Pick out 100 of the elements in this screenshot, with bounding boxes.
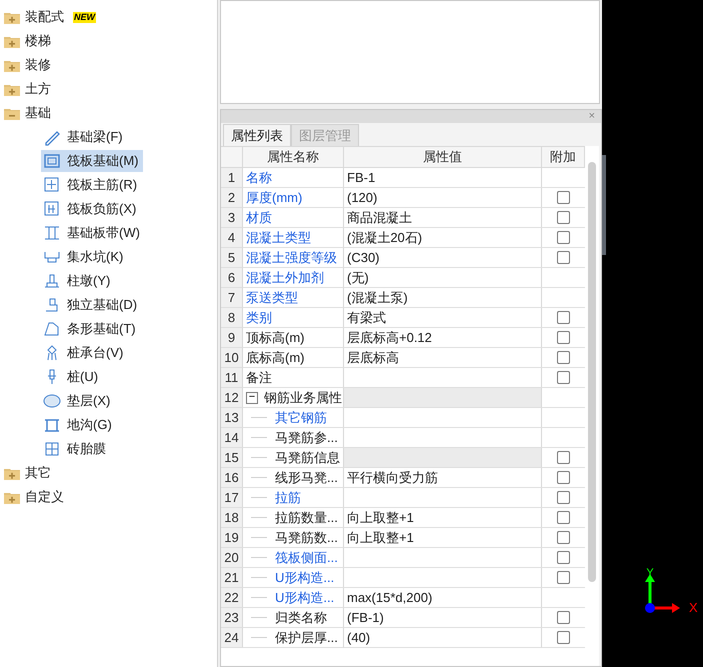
checkbox[interactable] (557, 311, 570, 324)
column-header: 属性值 (344, 147, 542, 167)
property-name: 马凳筋参... (275, 428, 338, 447)
column-header: 属性名称 (243, 147, 344, 167)
property-name: 拉筋数量... (275, 508, 338, 527)
row-number: 7 (221, 288, 243, 307)
property-name: 顶标高(m) (246, 328, 304, 347)
property-link[interactable]: 拉筋 (275, 488, 301, 507)
tree-item[interactable]: 装配式 (25, 7, 64, 27)
property-link[interactable]: 混凝土类型 (246, 228, 311, 247)
component-icon (43, 392, 61, 410)
row-number: 12 (221, 388, 243, 407)
property-value[interactable]: 平行横向受力筋 (344, 468, 542, 487)
component-icon (43, 320, 61, 338)
tree-item[interactable]: 桩(U) (41, 366, 102, 388)
property-link[interactable]: 泵送类型 (246, 288, 298, 307)
component-icon (43, 200, 61, 218)
row-number: 23 (221, 608, 243, 627)
property-value[interactable]: 层底标高 (344, 348, 542, 367)
tree-item[interactable]: 独立基础(D) (41, 294, 142, 316)
component-icon (43, 176, 61, 194)
property-name: 马凳筋数... (275, 528, 338, 547)
property-name: 马凳筋信息 (275, 448, 340, 467)
tree-item[interactable]: 筏板负筋(X) (41, 198, 140, 220)
property-name: 归类名称 (275, 608, 327, 627)
row-number: 8 (221, 308, 243, 327)
row-number: 16 (221, 468, 243, 487)
row-number: 4 (221, 228, 243, 247)
property-name: 线形马凳... (275, 468, 338, 487)
tree-item[interactable]: 基础板带(W) (41, 222, 144, 244)
tree-item[interactable]: 筏板主筋(R) (41, 174, 142, 196)
row-number: 1 (221, 168, 243, 187)
property-link[interactable]: U形构造... (275, 588, 334, 607)
checkbox[interactable] (557, 611, 570, 624)
property-link[interactable]: 类别 (246, 308, 272, 327)
panel-tab[interactable]: 属性列表 (223, 124, 291, 146)
tree-item[interactable]: 其它 (25, 463, 51, 483)
property-value[interactable]: 层底标高+0.12 (344, 328, 542, 347)
checkbox[interactable] (557, 351, 570, 364)
row-number: 11 (221, 368, 243, 387)
checkbox[interactable] (557, 531, 570, 544)
property-link[interactable]: 混凝土强度等级 (246, 248, 337, 267)
checkbox[interactable] (557, 571, 570, 584)
row-number: 2 (221, 188, 243, 207)
checkbox[interactable] (557, 371, 570, 384)
row-number: 24 (221, 628, 243, 647)
checkbox[interactable] (557, 471, 570, 484)
row-number: 10 (221, 348, 243, 367)
property-link[interactable]: 名称 (246, 168, 272, 187)
row-number: 21 (221, 568, 243, 587)
new-badge: NEW (73, 12, 96, 22)
tree-item[interactable]: 基础 (25, 103, 51, 123)
checkbox[interactable] (557, 251, 570, 264)
checkbox[interactable] (557, 211, 570, 224)
checkbox[interactable] (557, 631, 570, 644)
property-name: 保护层厚... (275, 628, 338, 647)
checkbox[interactable] (557, 191, 570, 204)
checkbox[interactable] (557, 331, 570, 344)
tree-item[interactable]: 桩承台(V) (41, 342, 128, 364)
tree-item[interactable]: 地沟(G) (41, 414, 116, 436)
row-number: 15 (221, 448, 243, 467)
tree-item[interactable]: 集水坑(K) (41, 246, 128, 268)
row-number: 5 (221, 248, 243, 267)
checkbox[interactable] (557, 451, 570, 464)
component-icon (43, 224, 61, 242)
tree-item[interactable]: 砖胎膜 (41, 438, 110, 460)
property-name: 备注 (246, 368, 272, 387)
checkbox[interactable] (557, 231, 570, 244)
scrollbar-thumb[interactable] (588, 162, 596, 582)
checkbox[interactable] (557, 551, 570, 564)
tree-item[interactable]: 垫层(X) (41, 390, 114, 412)
property-value[interactable]: 商品混凝土 (344, 208, 542, 227)
property-link[interactable]: 其它钢筋 (275, 408, 327, 427)
row-number: 13 (221, 408, 243, 427)
tree-item[interactable]: 基础梁(F) (41, 126, 127, 148)
property-value[interactable]: 有梁式 (344, 308, 542, 327)
row-number: 3 (221, 208, 243, 227)
checkbox[interactable] (557, 511, 570, 524)
property-link[interactable]: U形构造... (275, 568, 334, 587)
tree-item[interactable]: 柱墩(Y) (41, 270, 114, 292)
collapse-toggle[interactable]: − (246, 392, 258, 404)
tree-item[interactable]: 土方 (25, 79, 51, 99)
row-number: 18 (221, 508, 243, 527)
tree-item[interactable]: 筏板基础(M) (41, 150, 142, 172)
property-link[interactable]: 混凝土外加剂 (246, 268, 324, 287)
row-number: 6 (221, 268, 243, 287)
row-number: 9 (221, 328, 243, 347)
row-number: 22 (221, 588, 243, 607)
row-number: 17 (221, 488, 243, 507)
collapse-handle[interactable] (602, 155, 606, 255)
component-icon (43, 272, 61, 290)
property-link[interactable]: 厚度(mm) (246, 188, 302, 207)
checkbox[interactable] (557, 491, 570, 504)
property-link[interactable]: 材质 (246, 208, 272, 227)
property-link[interactable]: 筏板侧面... (275, 548, 338, 567)
tree-item[interactable]: 装修 (25, 55, 51, 75)
property-name: 底标高(m) (246, 348, 304, 367)
tree-item[interactable]: 条形基础(T) (41, 318, 140, 340)
tree-item[interactable]: 自定义 (25, 487, 64, 507)
tree-item[interactable]: 楼梯 (25, 31, 51, 51)
